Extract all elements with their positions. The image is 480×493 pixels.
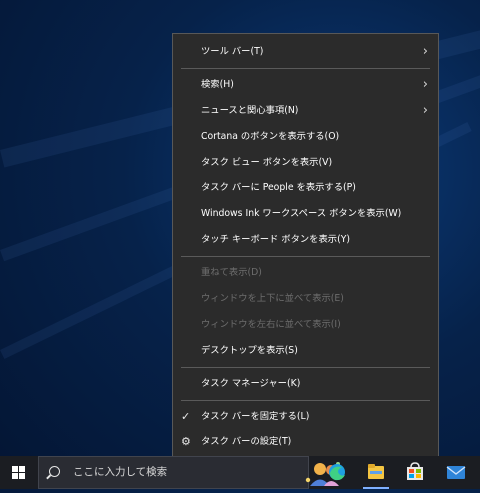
menu-item-label: タスク ビュー ボタンを表示(V) [201, 156, 333, 168]
menu-item-label: ウィンドウを左右に並べて表示(I) [201, 318, 341, 330]
menu-item[interactable]: タスク バーに People を表示する(P) [173, 175, 438, 201]
menu-item[interactable]: ツール バー(T) › [173, 39, 438, 65]
menu-item[interactable]: ニュースと関心事項(N) › [173, 98, 438, 124]
file-explorer-icon[interactable] [357, 456, 395, 489]
taskbar: ここに入力して検索 [0, 456, 480, 489]
menu-item-label: デスクトップを表示(S) [201, 344, 298, 356]
menu-item-label: ニュースと関心事項(N) [201, 104, 299, 116]
menu-item[interactable]: タスク マネージャー(K) [173, 371, 438, 397]
menu-item[interactable]: タスク ビュー ボタンを表示(V) [173, 150, 438, 176]
start-button[interactable] [12, 466, 25, 479]
menu-item-label: Windows Ink ワークスペース ボタンを表示(W) [201, 208, 402, 220]
menu-item[interactable]: 検索(H) › [173, 72, 438, 98]
edge-icon[interactable] [318, 456, 356, 489]
menu-item: ウィンドウを上下に並べて表示(E) [173, 286, 438, 312]
chevron-right-icon: › [422, 44, 428, 59]
menu-item[interactable]: Windows Ink ワークスペース ボタンを表示(W) [173, 201, 438, 227]
menu-item-label: タッチ キーボード ボタンを表示(Y) [201, 234, 350, 246]
menu-item: 重ねて表示(D) [173, 260, 438, 286]
menu-item[interactable]: デスクトップを表示(S) [173, 338, 438, 364]
menu-separator [181, 256, 430, 258]
menu-item-label: タスク マネージャー(K) [201, 377, 301, 389]
menu-item-label: ツール バー(T) [201, 46, 264, 57]
menu-item-label: タスク バーを固定する(L) [201, 410, 310, 422]
search-placeholder: ここに入力して検索 [73, 466, 168, 478]
menu-separator [181, 67, 430, 69]
menu-separator [181, 366, 430, 368]
microsoft-store-icon[interactable] [396, 456, 434, 489]
checkmark-icon: ✓ [181, 409, 191, 423]
menu-item-label: 検索(H) [201, 78, 234, 90]
chevron-right-icon: › [422, 76, 428, 92]
menu-item-label: 重ねて表示(D) [201, 267, 262, 279]
menu-item-label: タスク バーに People を表示する(P) [201, 182, 356, 194]
gear-icon: ⚙ [181, 435, 191, 449]
menu-item[interactable]: タッチ キーボード ボタンを表示(Y) [173, 227, 438, 253]
menu-item-label: Cortana のボタンを表示する(O) [201, 130, 340, 142]
menu-item[interactable]: Cortana のボタンを表示する(O) [173, 124, 438, 150]
chevron-right-icon: › [422, 102, 428, 118]
menu-separator [181, 399, 430, 401]
search-icon [49, 466, 60, 477]
menu-item[interactable]: ⚙ タスク バーの設定(T) [173, 429, 438, 455]
mail-icon[interactable] [437, 456, 475, 489]
menu-item[interactable]: ✓ タスク バーを固定する(L) [173, 404, 438, 430]
menu-item-label: タスク バーの設定(T) [201, 436, 292, 448]
menu-item-label: ウィンドウを上下に並べて表示(E) [201, 293, 344, 305]
search-box[interactable]: ここに入力して検索 [38, 456, 340, 489]
taskbar-context-menu: ツール バー(T) › 検索(H) › ニュースと関心事項(N) › Cortana のボタ… [172, 33, 439, 463]
menu-item: ウィンドウを左右に並べて表示(I) [173, 312, 438, 338]
